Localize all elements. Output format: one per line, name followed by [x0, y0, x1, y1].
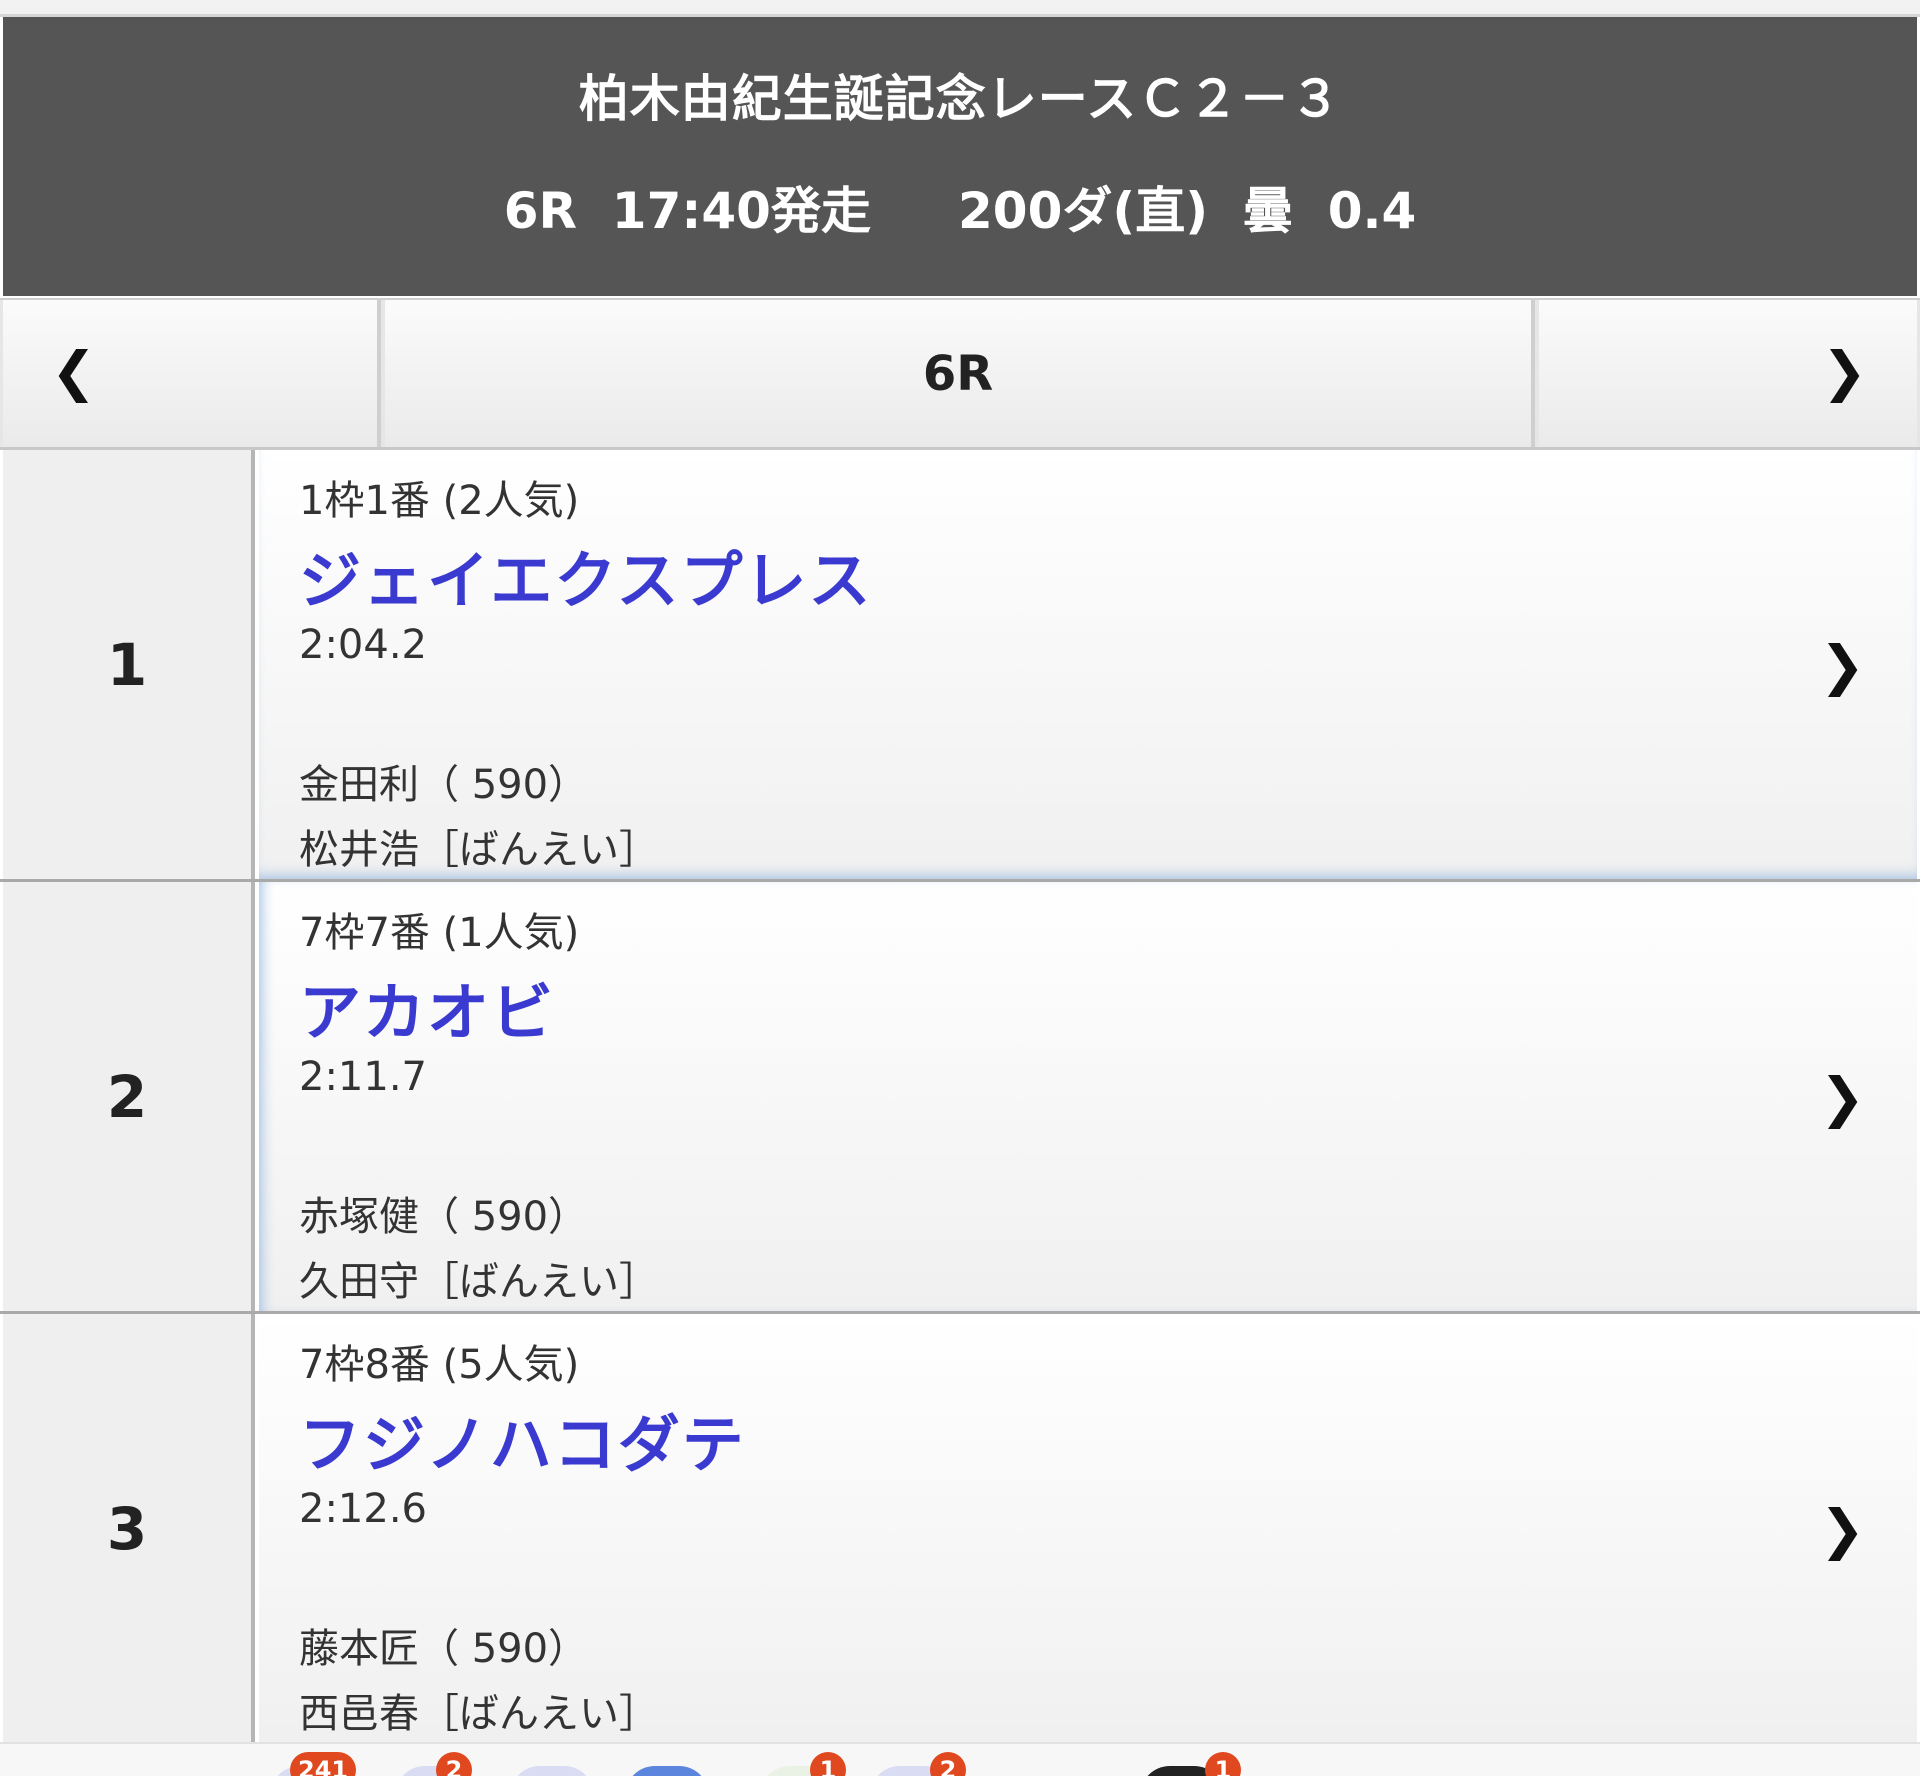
- post-position: 7枠8番 (5人気): [299, 1342, 580, 1388]
- app-dock: 241 2 1 2 1: [0, 1742, 1920, 1776]
- next-race-button[interactable]: ❯: [1539, 300, 1917, 447]
- finish-time: 2:11.7: [299, 1054, 427, 1100]
- app-icon[interactable]: [625, 1766, 709, 1776]
- jockey-weight: 藤本匠（ 590）: [299, 1626, 589, 1672]
- current-race-label: 6R: [922, 345, 994, 402]
- result-row[interactable]: 1 1枠1番 (2人気) ジェイエクスプレス 2:04.2 金田利（ 590） …: [0, 450, 1920, 882]
- jockey-weight: 金田利（ 590）: [299, 762, 589, 808]
- chevron-right-icon: ❯: [1821, 340, 1867, 403]
- rank-number: 3: [106, 1494, 148, 1563]
- race-navigation: ❮ 6R ❯: [0, 298, 1920, 450]
- rank-cell: 1: [3, 450, 255, 879]
- result-row[interactable]: 3 7枠8番 (5人気) フジノハコダテ 2:12.6 藤本匠（ 590） 西邑…: [0, 1314, 1920, 1746]
- rank-number: 2: [106, 1062, 148, 1131]
- result-detail[interactable]: 7枠7番 (1人気) アカオビ 2:11.7 赤塚健（ 590） 久田守［ばんえ…: [259, 882, 1917, 1311]
- finish-time: 2:12.6: [299, 1486, 427, 1532]
- trainer: 久田守［ばんえい］: [299, 1259, 659, 1305]
- notification-badge: 2: [930, 1752, 966, 1776]
- app-icon[interactable]: [510, 1766, 594, 1776]
- race-result-page: 柏木由紀生誕記念レースＣ２－３ 6R 17:40発走 200ダ(直) 曇 0.4…: [0, 0, 1920, 1776]
- current-race-tab[interactable]: 6R: [385, 300, 1535, 447]
- rank-cell: 3: [3, 1314, 255, 1743]
- finish-time: 2:04.2: [299, 622, 427, 668]
- post-position: 7枠7番 (1人気): [299, 910, 580, 956]
- chevron-right-icon[interactable]: ❯: [1820, 1066, 1865, 1129]
- race-info: 6R 17:40発走 200ダ(直) 曇 0.4: [503, 182, 1417, 240]
- horse-name-link[interactable]: アカオビ: [299, 962, 555, 1052]
- notification-badge: 1: [1205, 1752, 1241, 1776]
- notification-badge: 1: [810, 1752, 846, 1776]
- previous-race-button[interactable]: ❮: [3, 300, 381, 447]
- race-title: 柏木由紀生誕記念レースＣ２－３: [578, 70, 1342, 128]
- race-header: 柏木由紀生誕記念レースＣ２－３ 6R 17:40発走 200ダ(直) 曇 0.4: [3, 17, 1917, 296]
- result-detail[interactable]: 1枠1番 (2人気) ジェイエクスプレス 2:04.2 金田利（ 590） 松井…: [259, 450, 1917, 879]
- horse-name-link[interactable]: ジェイエクスプレス: [299, 530, 873, 620]
- post-position: 1枠1番 (2人気): [299, 478, 580, 524]
- chevron-left-icon: ❮: [51, 340, 97, 403]
- notification-badge: 241: [290, 1752, 357, 1776]
- result-row[interactable]: 2 7枠7番 (1人気) アカオビ 2:11.7 赤塚健（ 590） 久田守［ば…: [0, 882, 1920, 1314]
- top-strip: [0, 0, 1920, 17]
- rank-number: 1: [106, 630, 148, 699]
- horse-name-link[interactable]: フジノハコダテ: [299, 1394, 746, 1484]
- trainer: 西邑春［ばんえい］: [299, 1691, 659, 1737]
- notification-badge: 2: [436, 1752, 472, 1776]
- chevron-right-icon[interactable]: ❯: [1820, 634, 1865, 697]
- jockey-weight: 赤塚健（ 590）: [299, 1194, 589, 1240]
- rank-cell: 2: [3, 882, 255, 1311]
- trainer: 松井浩［ばんえい］: [299, 827, 659, 873]
- chevron-right-icon[interactable]: ❯: [1820, 1498, 1865, 1561]
- result-detail[interactable]: 7枠8番 (5人気) フジノハコダテ 2:12.6 藤本匠（ 590） 西邑春［…: [259, 1314, 1917, 1743]
